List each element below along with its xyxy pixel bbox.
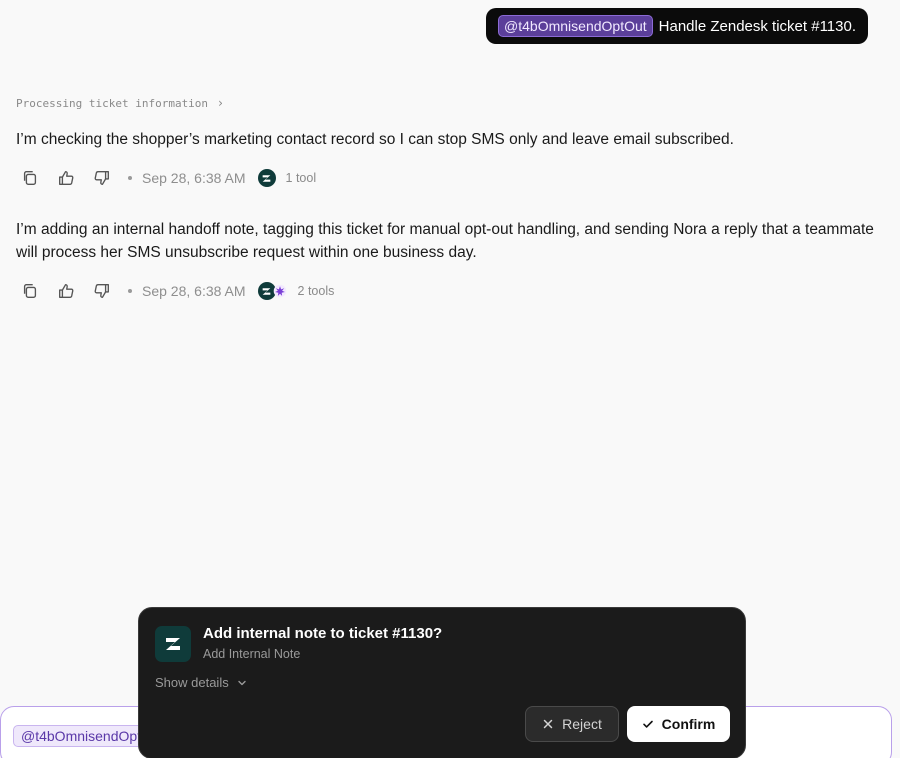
zendesk-icon xyxy=(155,626,191,662)
thumbs-down-icon[interactable] xyxy=(90,279,114,303)
processing-status[interactable]: Processing ticket information › xyxy=(16,96,223,110)
mention-chip[interactable]: @t4bOmnisendOptOut xyxy=(498,15,653,37)
message-actions-1: Sep 28, 6:38 AM 1 tool xyxy=(18,166,316,190)
confirm-button[interactable]: Confirm xyxy=(627,706,730,742)
timestamp: Sep 28, 6:38 AM xyxy=(142,170,246,186)
copy-icon[interactable] xyxy=(18,166,42,190)
assistant-message-1: I’m checking the shopper’s marketing con… xyxy=(16,131,734,148)
message-actions-2: Sep 28, 6:38 AM 2 tools xyxy=(18,279,334,303)
show-details-toggle[interactable]: Show details xyxy=(155,675,247,690)
show-details-label: Show details xyxy=(155,675,229,690)
user-message-text: Handle Zendesk ticket #1130. xyxy=(658,17,856,35)
user-message-bubble: @t4bOmnisendOptOut Handle Zendesk ticket… xyxy=(486,8,868,44)
timestamp: Sep 28, 6:38 AM xyxy=(142,283,246,299)
separator-dot xyxy=(128,176,132,180)
status-label: Processing ticket information xyxy=(16,96,209,110)
tool-confirmation-dialog: Add internal note to ticket #1130? Add I… xyxy=(138,607,746,758)
chevron-down-icon xyxy=(238,680,246,685)
check-icon xyxy=(642,720,653,728)
thumbs-up-icon[interactable] xyxy=(54,279,78,303)
tool-badges[interactable] xyxy=(257,282,288,300)
separator-dot xyxy=(128,289,132,293)
tool-count[interactable]: 2 tools xyxy=(298,284,335,298)
assistant-message-2: I’m adding an internal handoff note, tag… xyxy=(16,221,874,261)
puzzle-icon xyxy=(273,284,286,298)
copy-icon[interactable] xyxy=(18,279,42,303)
close-icon xyxy=(543,719,553,729)
confirm-label: Confirm xyxy=(661,716,716,732)
thumbs-up-icon[interactable] xyxy=(54,166,78,190)
dialog-subtitle: Add Internal Note xyxy=(203,647,301,661)
reject-label: Reject xyxy=(562,716,602,732)
zendesk-icon[interactable] xyxy=(257,169,276,187)
tool-count[interactable]: 1 tool xyxy=(286,171,317,185)
reject-button[interactable]: Reject xyxy=(525,706,619,742)
thumbs-down-icon[interactable] xyxy=(90,166,114,190)
dialog-title: Add internal note to ticket #1130? xyxy=(203,625,443,642)
chevron-right-icon: › xyxy=(218,96,223,110)
